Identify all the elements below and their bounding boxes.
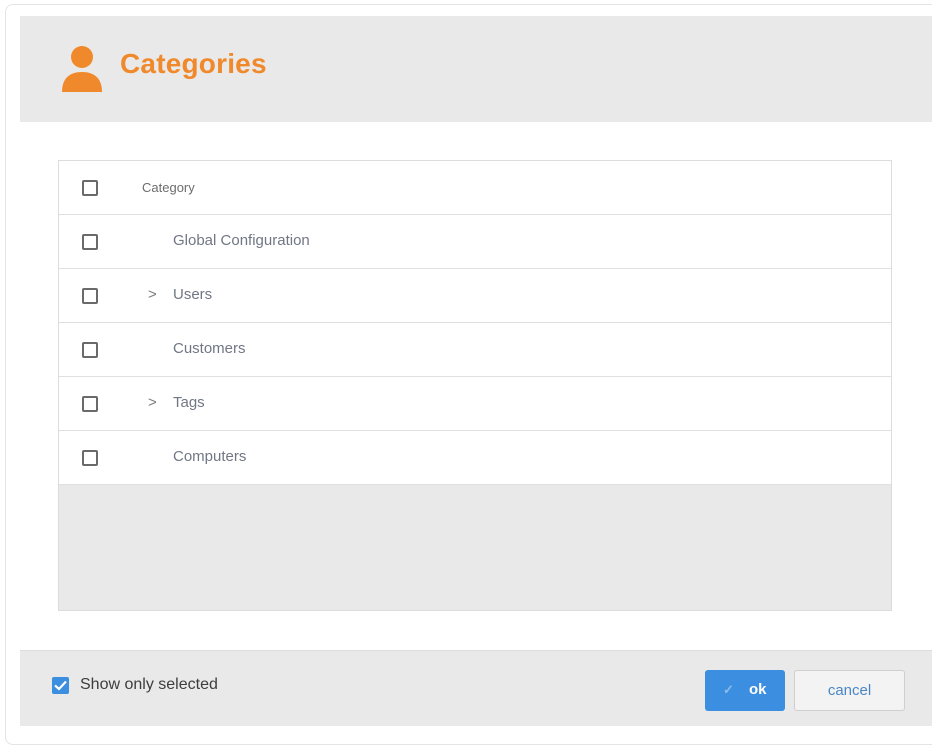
checkmark-icon (54, 680, 67, 691)
row-label: Customers (173, 340, 246, 357)
table-row[interactable]: Global Configuration (59, 215, 891, 269)
chevron-right-icon[interactable]: > (148, 286, 157, 303)
dialog-title: Categories (120, 48, 267, 79)
user-icon (62, 46, 102, 92)
row-checkbox[interactable] (82, 234, 98, 250)
table-row[interactable]: Computers (59, 431, 891, 485)
show-only-selected-label[interactable]: Show only selected (80, 676, 218, 694)
row-checkbox[interactable] (82, 396, 98, 412)
row-label: Global Configuration (173, 232, 310, 249)
row-label: Tags (173, 394, 205, 411)
row-checkbox[interactable] (82, 288, 98, 304)
select-all-checkbox[interactable] (82, 180, 98, 196)
ok-button[interactable]: ✓ ok (705, 670, 785, 711)
category-column-header: Category (142, 180, 195, 195)
row-label: Computers (173, 448, 247, 465)
row-label: Users (173, 286, 213, 303)
row-checkbox[interactable] (82, 450, 98, 466)
table-empty-area (59, 486, 891, 610)
table-row[interactable]: Customers (59, 323, 891, 377)
check-icon: ✓ (723, 682, 734, 697)
chevron-right-icon[interactable]: > (148, 394, 157, 411)
dialog-footer: Show only selected ✓ ok cancel (20, 650, 932, 726)
row-checkbox[interactable] (82, 342, 98, 358)
table-row[interactable]: > Tags (59, 377, 891, 431)
cancel-button[interactable]: cancel (794, 670, 905, 711)
ok-button-label: ok (749, 681, 767, 698)
table-row[interactable]: > Users (59, 269, 891, 323)
table-header-row: Category (59, 161, 891, 215)
category-table: Category Global Configuration > Users Cu… (58, 160, 892, 611)
dialog-header: Categories (20, 16, 932, 122)
show-only-selected-checkbox[interactable] (52, 677, 69, 694)
